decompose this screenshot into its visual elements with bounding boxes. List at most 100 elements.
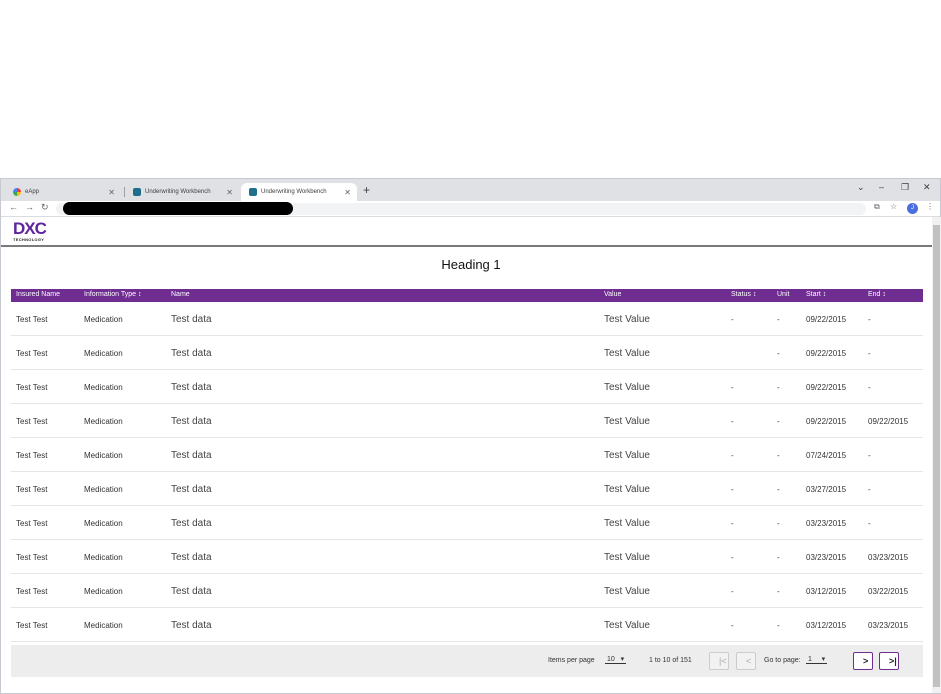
cell-end: 03/23/2015 [868, 621, 909, 630]
scrollbar-thumb[interactable] [933, 225, 940, 687]
cell-value: Test Value [604, 348, 650, 359]
cell-information-type: Medication [84, 349, 123, 358]
col-end-label: End [868, 291, 881, 298]
col-insured-name[interactable]: Insured Name [16, 291, 60, 298]
cell-value: Test Value [604, 586, 650, 597]
blank-area [0, 0, 941, 178]
close-icon[interactable]: ✕ [226, 188, 233, 197]
cell-unit: - [777, 349, 780, 358]
cell-start: 07/24/2015 [806, 451, 847, 460]
page-content: DXC TECHNOLOGY Heading 1 Insured Name In… [1, 217, 932, 693]
close-icon[interactable]: ✕ [108, 188, 115, 197]
restore-icon[interactable]: ❐ [901, 182, 909, 193]
go-to-page-select[interactable]: 1 ▾ [806, 655, 828, 664]
cell-insured-name: Test Test [16, 519, 48, 528]
sort-icon[interactable]: ↕ [882, 291, 886, 298]
sort-icon[interactable]: ↕ [823, 291, 827, 298]
close-window-icon[interactable]: ✕ [923, 182, 931, 193]
table-row[interactable]: Test Test Medication Test data Test Value - -… [11, 302, 923, 336]
cell-unit: - [777, 587, 780, 596]
cell-start: 09/22/2015 [806, 383, 847, 392]
cell-name: Test data [171, 450, 212, 461]
sort-icon[interactable]: ↕ [753, 291, 757, 298]
browser-toolbar: ← → ↻ ⧉ ☆ J ⋮ [1, 201, 940, 217]
cell-value: Test Value [604, 416, 650, 427]
table-row[interactable]: Test Test Medication Test data Test Value - -… [11, 540, 923, 574]
cell-insured-name: Test Test [16, 315, 48, 324]
sort-icon[interactable]: ↕ [138, 291, 142, 298]
first-page-button[interactable]: |< [709, 652, 729, 670]
prev-page-button[interactable]: < [736, 652, 756, 670]
app-favicon-icon [133, 188, 141, 196]
tab-eapp[interactable]: eApp ✕ [5, 183, 121, 201]
logo-mark: DXC [13, 219, 47, 238]
profile-avatar[interactable]: J [907, 203, 918, 214]
next-page-button[interactable]: > [853, 652, 873, 670]
back-icon[interactable]: ← [9, 202, 18, 212]
go-to-page-label: Go to page: [764, 657, 801, 664]
table-row[interactable]: Test Test Medication Test data Test Value - 0… [11, 336, 923, 370]
cell-name: Test data [171, 416, 212, 427]
cell-status: - [731, 587, 734, 596]
col-start[interactable]: Start ↕ [806, 291, 826, 298]
cell-unit: - [777, 553, 780, 562]
data-grid: Insured Name Information Type ↕ Name Val… [11, 289, 923, 642]
cell-status: - [731, 315, 734, 324]
col-end[interactable]: End ↕ [868, 291, 886, 298]
table-row[interactable]: Test Test Medication Test data Test Value - -… [11, 472, 923, 506]
cell-name: Test data [171, 348, 212, 359]
tab-underwriting-2[interactable]: Underwriting Workbench ✕ [241, 183, 357, 201]
table-row[interactable]: Test Test Medication Test data Test Value - -… [11, 506, 923, 540]
app-favicon-icon [249, 188, 257, 196]
table-row[interactable]: Test Test Medication Test data Test Value - -… [11, 370, 923, 404]
col-unit[interactable]: Unit [777, 291, 789, 298]
vertical-scrollbar[interactable] [932, 217, 941, 693]
cell-start: 09/22/2015 [806, 315, 847, 324]
cell-status: - [731, 621, 734, 630]
cell-value: Test Value [604, 484, 650, 495]
share-icon[interactable]: ⧉ [874, 202, 880, 212]
minimize-icon[interactable]: – [879, 182, 884, 192]
table-row[interactable]: Test Test Medication Test data Test Value - -… [11, 404, 923, 438]
cell-name: Test data [171, 314, 212, 325]
cell-end: - [868, 485, 871, 494]
cell-information-type: Medication [84, 451, 123, 460]
chrome-favicon-icon [13, 188, 21, 196]
cell-information-type: Medication [84, 485, 123, 494]
col-information-type[interactable]: Information Type ↕ [84, 291, 141, 298]
col-status[interactable]: Status ↕ [731, 291, 756, 298]
table-row[interactable]: Test Test Medication Test data Test Value - -… [11, 574, 923, 608]
menu-kebab-icon[interactable]: ⋮ [926, 202, 934, 211]
cell-end: 09/22/2015 [868, 417, 909, 426]
col-value[interactable]: Value [604, 291, 621, 298]
cell-end: 03/23/2015 [868, 553, 909, 562]
cell-unit: - [777, 383, 780, 392]
cell-status: - [731, 383, 734, 392]
col-name[interactable]: Name [171, 291, 190, 298]
cell-start: 03/12/2015 [806, 587, 847, 596]
forward-icon[interactable]: → [25, 202, 34, 212]
close-icon[interactable]: ✕ [344, 188, 351, 197]
cell-status: - [731, 485, 734, 494]
reload-icon[interactable]: ↻ [41, 202, 49, 213]
cell-start: 03/12/2015 [806, 621, 847, 630]
cell-status: - [731, 553, 734, 562]
new-tab-button[interactable]: + [363, 183, 370, 197]
cell-information-type: Medication [84, 519, 123, 528]
table-row[interactable]: Test Test Medication Test data Test Value - -… [11, 608, 923, 642]
first-page-icon: |< [719, 656, 727, 666]
table-row[interactable]: Test Test Medication Test data Test Value - -… [11, 438, 923, 472]
tab-search-icon[interactable]: ⌄ [857, 182, 865, 193]
cell-end: 03/22/2015 [868, 587, 909, 596]
cell-insured-name: Test Test [16, 553, 48, 562]
cell-unit: - [777, 519, 780, 528]
dxc-logo: DXC TECHNOLOGY [13, 220, 53, 244]
bookmark-star-icon[interactable]: ☆ [890, 202, 897, 211]
cell-end: - [868, 519, 871, 528]
items-per-page-select[interactable]: 10 ▾ [605, 655, 627, 664]
cell-start: 03/23/2015 [806, 519, 847, 528]
tab-underwriting-1[interactable]: Underwriting Workbench ✕ [125, 183, 239, 201]
last-page-button[interactable]: >| [879, 652, 899, 670]
tab-strip: eApp ✕ Underwriting Workbench ✕ Underwri… [1, 179, 940, 201]
cell-unit: - [777, 621, 780, 630]
